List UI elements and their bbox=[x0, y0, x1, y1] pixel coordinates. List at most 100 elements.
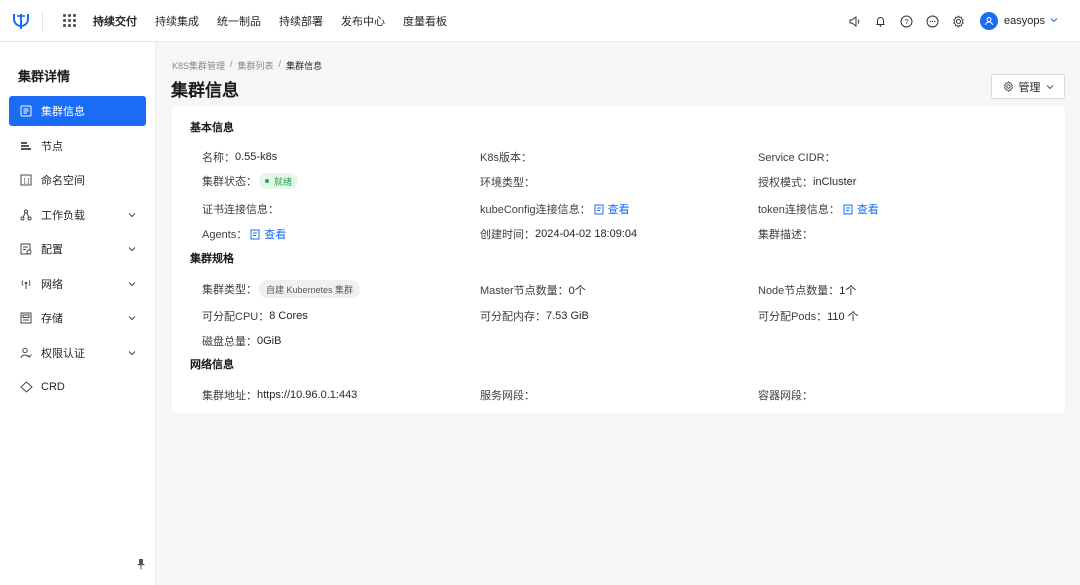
crd-icon bbox=[19, 380, 33, 394]
document-icon bbox=[250, 229, 260, 240]
sidebar-item-label: 命名空间 bbox=[41, 175, 85, 187]
field-kubeconfig: kubeConfig连接信息： 查看 bbox=[480, 201, 630, 217]
nav-item-metrics[interactable]: 度量看板 bbox=[403, 13, 447, 29]
help-icon[interactable]: ? bbox=[898, 13, 914, 29]
node-icon bbox=[19, 139, 33, 153]
field-value: 0GiB bbox=[257, 335, 282, 347]
breadcrumb-cluster-list[interactable]: 集群列表 bbox=[238, 59, 274, 72]
section-title-network: 网络信息 bbox=[190, 359, 234, 371]
sidebar-item-label: 配置 bbox=[41, 244, 63, 256]
field-label: 可分配内存： bbox=[480, 311, 546, 323]
nav-item-artifact[interactable]: 统一制品 bbox=[217, 13, 261, 29]
field-value: 110 个 bbox=[827, 311, 859, 323]
chevron-down-icon bbox=[128, 348, 136, 360]
nav-item-release[interactable]: 发布中心 bbox=[341, 13, 385, 29]
sidebar-item-label: 节点 bbox=[41, 140, 63, 153]
top-nav: 持续交付 持续集成 统一制品 持续部署 发布中心 度量看板 bbox=[93, 13, 465, 29]
sidebar-item-config[interactable]: 配置 bbox=[9, 234, 146, 264]
storage-icon bbox=[19, 311, 33, 325]
sidebar-item-node[interactable]: 节点 bbox=[9, 131, 146, 161]
sidebar-item-label: CRD bbox=[41, 381, 65, 393]
field-cluster-address: 集群地址： https://10.96.0.1:443 bbox=[202, 387, 357, 403]
user-menu[interactable]: easyops bbox=[980, 12, 1058, 30]
sidebar-item-label: 权限认证 bbox=[41, 347, 85, 360]
sidebar-item-label: 网络 bbox=[41, 278, 63, 291]
field-created-time: 创建时间： 2024-04-02 18:09:04 bbox=[480, 226, 637, 242]
cluster-info-icon bbox=[19, 104, 33, 118]
field-label: Agents： bbox=[202, 229, 248, 241]
sidebar-item-network[interactable]: 网络 bbox=[9, 269, 146, 299]
announcement-icon[interactable] bbox=[846, 13, 862, 29]
sidebar-item-cluster-info[interactable]: 集群信息 bbox=[9, 96, 146, 126]
sidebar-item-label: 集群信息 bbox=[41, 106, 85, 118]
field-label: 证书连接信息： bbox=[202, 204, 279, 216]
pin-icon[interactable] bbox=[136, 558, 146, 573]
field-label: 磁盘总量： bbox=[202, 336, 257, 348]
user-name: easyops bbox=[1004, 15, 1045, 27]
view-token-link[interactable]: 查看 bbox=[843, 201, 879, 217]
gear-icon[interactable] bbox=[950, 13, 966, 29]
config-icon bbox=[19, 242, 33, 256]
field-value: 2024-04-02 18:09:04 bbox=[535, 228, 638, 240]
field-service-cidr: Service CIDR： bbox=[758, 149, 836, 165]
svg-text:?: ? bbox=[904, 17, 908, 26]
document-icon bbox=[843, 204, 853, 215]
bell-icon[interactable] bbox=[872, 13, 888, 29]
auth-icon bbox=[19, 346, 33, 360]
nav-item-deploy[interactable]: 持续部署 bbox=[279, 13, 323, 29]
field-description: 集群描述： bbox=[758, 226, 813, 242]
network-icon bbox=[19, 277, 33, 291]
breadcrumb-sep: / bbox=[278, 59, 282, 69]
field-label: 集群地址： bbox=[202, 390, 257, 402]
field-label: Node节点数量： bbox=[758, 285, 840, 297]
breadcrumb-k8s[interactable]: K8S集群管理 bbox=[172, 59, 225, 72]
sidebar-item-workload[interactable]: 工作负载 bbox=[9, 200, 146, 230]
nav-item-cd[interactable]: 持续交付 bbox=[93, 13, 137, 29]
divider bbox=[42, 10, 43, 31]
field-label: 集群状态： bbox=[202, 176, 257, 188]
breadcrumb-current: 集群信息 bbox=[286, 61, 323, 71]
field-status: 集群状态： 就绪 bbox=[202, 173, 299, 189]
field-service-cidr-net: 服务网段： bbox=[480, 387, 535, 403]
field-label: Master节点数量： bbox=[480, 285, 569, 297]
field-label: 环境类型： bbox=[480, 177, 535, 189]
logo-icon[interactable] bbox=[0, 0, 42, 42]
field-cluster-type: 集群类型： 自建 Kubernetes 集群 bbox=[202, 280, 361, 298]
chevron-down-icon bbox=[128, 313, 136, 325]
message-icon[interactable] bbox=[924, 13, 940, 29]
document-icon bbox=[594, 204, 604, 215]
app-grid-icon[interactable] bbox=[63, 13, 77, 28]
sidebar-item-label: 工作负载 bbox=[41, 209, 85, 222]
chevron-down-icon bbox=[128, 279, 136, 291]
field-token: token连接信息： 查看 bbox=[758, 201, 879, 217]
sidebar-item-auth[interactable]: 权限认证 bbox=[9, 338, 146, 368]
field-value: https://10.96.0.1:443 bbox=[257, 389, 358, 401]
nav-item-ci[interactable]: 持续集成 bbox=[155, 13, 199, 29]
field-disk: 磁盘总量： 0GiB bbox=[202, 333, 281, 349]
section-title-basic: 基本信息 bbox=[190, 122, 234, 134]
field-label: 可分配Pods： bbox=[758, 311, 828, 323]
chevron-down-icon bbox=[128, 210, 136, 222]
field-label: 集群类型： bbox=[202, 284, 257, 296]
field-value: 8 Cores bbox=[269, 310, 308, 322]
field-master-count: Master节点数量： 0个 bbox=[480, 282, 586, 298]
breadcrumb: K8S集群管理 / 集群列表 / 集群信息 bbox=[172, 59, 322, 72]
view-kubeconfig-link[interactable]: 查看 bbox=[594, 201, 630, 217]
field-label: token连接信息： bbox=[758, 204, 840, 216]
sidebar-item-namespace[interactable]: [.] 命名空间 bbox=[9, 165, 146, 195]
view-agents-link[interactable]: 查看 bbox=[250, 226, 286, 242]
field-label: K8s版本： bbox=[480, 152, 532, 164]
sidebar: 集群详情 集群信息 节点 [.] 命名空间 工作负载 配置 网络 存储 权限认证… bbox=[0, 42, 156, 585]
cluster-type-tag: 自建 Kubernetes 集群 bbox=[259, 280, 361, 298]
manage-button[interactable]: 管理 bbox=[991, 74, 1065, 99]
field-memory: 可分配内存： 7.53 GiB bbox=[480, 308, 589, 324]
svg-text:[.]: [.] bbox=[24, 179, 29, 185]
chevron-down-icon bbox=[1050, 16, 1058, 26]
field-value: 0.55-k8s bbox=[235, 151, 278, 163]
avatar bbox=[980, 12, 999, 30]
sidebar-item-storage[interactable]: 存储 bbox=[9, 303, 146, 333]
sidebar-item-crd[interactable]: CRD bbox=[9, 372, 146, 402]
field-label: Service CIDR： bbox=[758, 152, 836, 164]
sidebar-title: 集群详情 bbox=[18, 69, 71, 84]
sidebar-menu: 集群信息 节点 [.] 命名空间 工作负载 配置 网络 存储 权限认证 CRD bbox=[9, 96, 146, 407]
